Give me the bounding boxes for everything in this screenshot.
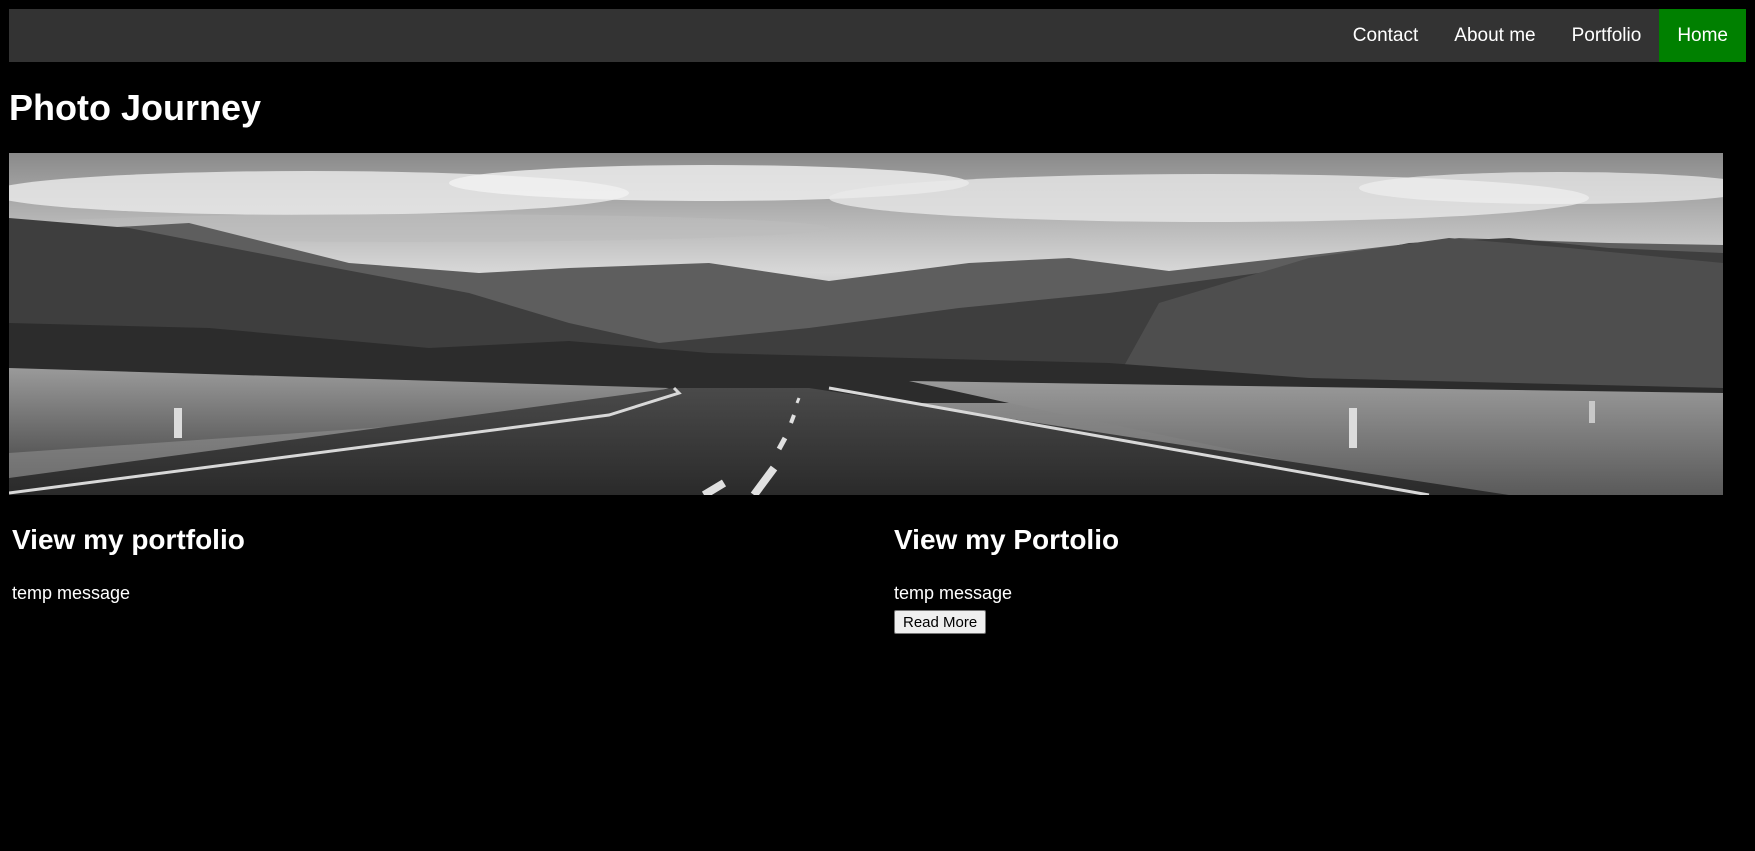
hero-image [9, 153, 1723, 495]
nav-item-home[interactable]: Home [1659, 9, 1746, 62]
portfolio-heading-left: View my portfolio [12, 524, 245, 555]
nav-list: Contact About me Portfolio Home [1335, 9, 1746, 62]
nav-item-about-me[interactable]: About me [1436, 9, 1553, 62]
temp-message-left: temp message [12, 583, 131, 603]
nav-item-portfolio[interactable]: Portfolio [1554, 9, 1660, 62]
top-navbar: Contact About me Portfolio Home [9, 9, 1746, 62]
nav-item-contact[interactable]: Contact [1335, 9, 1436, 62]
page-title: Photo Journey [9, 87, 262, 128]
hero-road-landscape [9, 153, 1723, 495]
portfolio-heading-right: View my Portolio [894, 524, 1120, 555]
temp-message-right: temp message [894, 583, 1013, 603]
page: Contact About me Portfolio Home Photo Jo… [0, 0, 1755, 851]
read-more-button[interactable]: Read More [894, 610, 987, 634]
